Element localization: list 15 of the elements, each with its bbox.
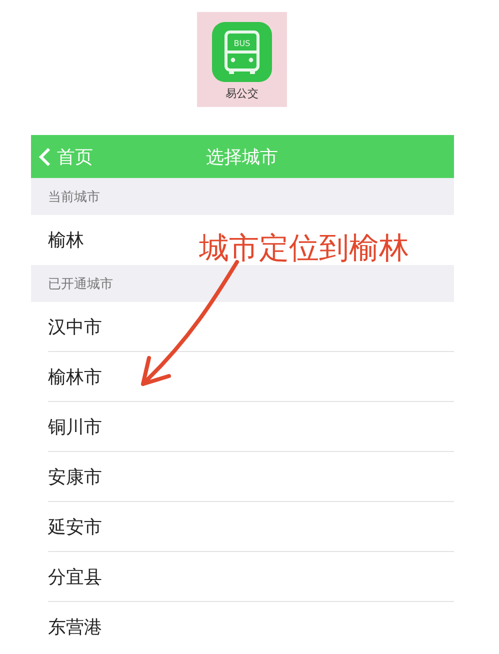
city-item[interactable]: 铜川市	[48, 414, 102, 438]
city-item[interactable]: 榆林	[48, 228, 84, 252]
back-chevron-icon	[39, 146, 51, 166]
nav-title: 选择城市	[206, 146, 278, 168]
annotation-text: 城市定位到榆林	[199, 230, 409, 268]
section-label: 已开通城市	[48, 276, 113, 292]
app-name: 易公交	[226, 86, 258, 101]
city-item[interactable]: 延安市	[48, 514, 102, 538]
city-item[interactable]: 汉中市	[48, 314, 102, 338]
city-item[interactable]: 东营港	[48, 615, 102, 639]
city-item[interactable]: 安康市	[48, 464, 102, 488]
section-label: 当前城市	[48, 188, 100, 206]
city-item[interactable]: 分宜县	[48, 564, 102, 588]
city-item[interactable]: 榆林市	[48, 364, 102, 388]
app-icon: BUS	[212, 22, 272, 82]
